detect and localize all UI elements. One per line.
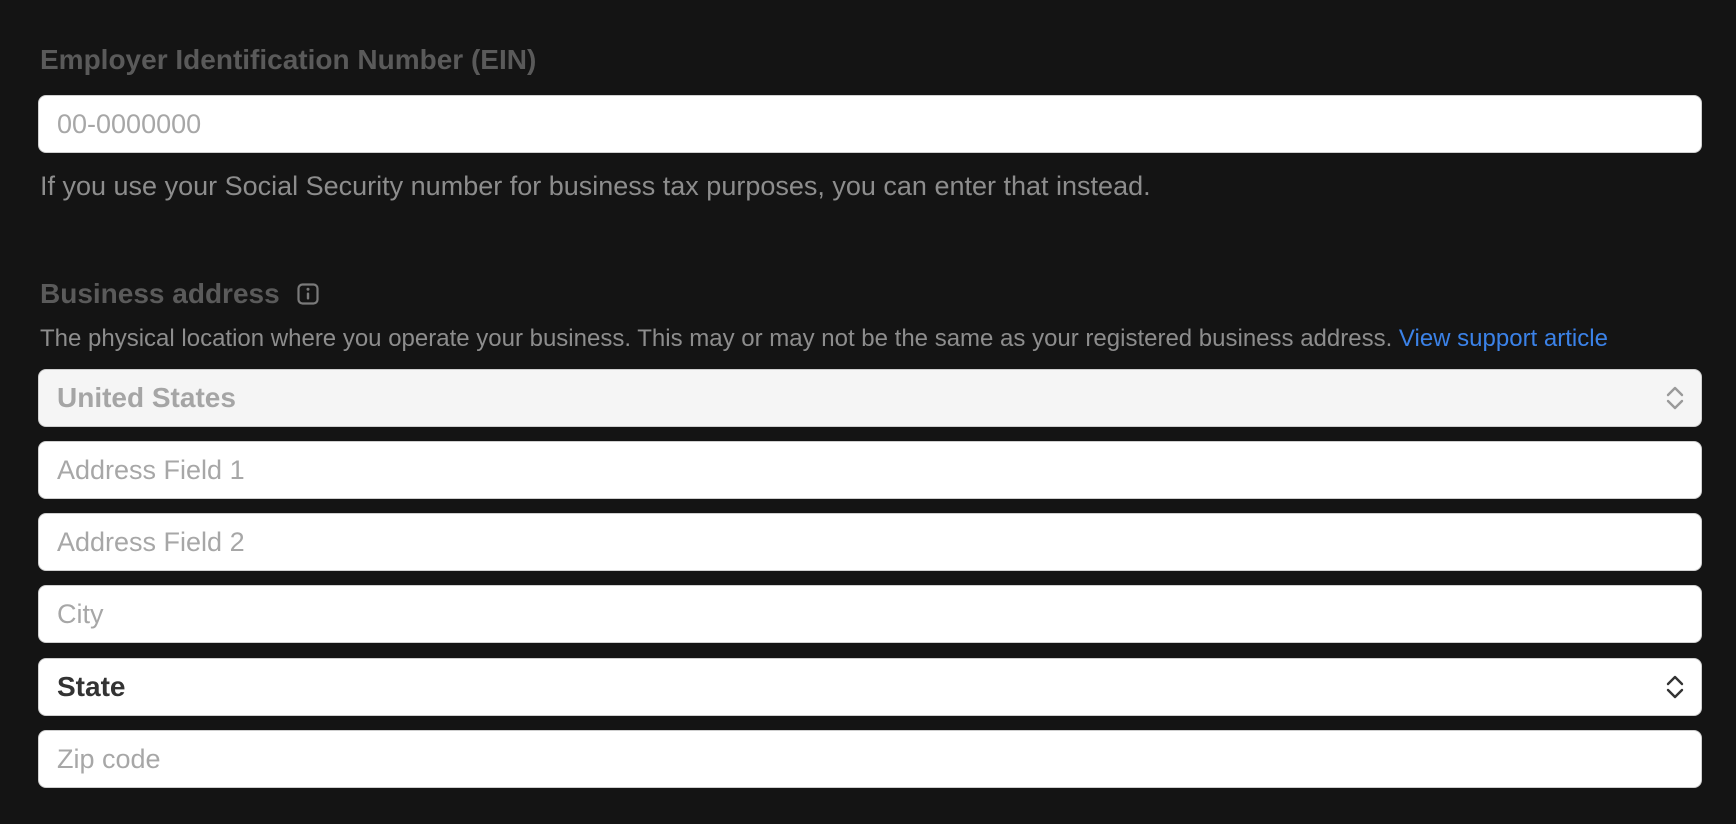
- country-select[interactable]: United States: [38, 369, 1702, 427]
- view-support-article-link[interactable]: View support article: [1399, 325, 1608, 352]
- city-input[interactable]: [38, 585, 1702, 643]
- country-select-value: United States: [57, 382, 236, 413]
- ein-label: Employer Identification Number (EIN): [40, 44, 537, 75]
- business-address-heading: Business address: [40, 280, 320, 308]
- address-field-1-input[interactable]: [38, 441, 1702, 499]
- chevron-up-down-icon: [1665, 673, 1685, 701]
- business-address-label: Business address: [40, 278, 280, 309]
- business-address-description: The physical location where you operate …: [40, 327, 1702, 351]
- state-select[interactable]: State: [38, 658, 1702, 716]
- state-select-value: State: [57, 671, 126, 702]
- business-address-description-text: The physical location where you operate …: [40, 325, 1393, 352]
- address-field-2-input[interactable]: [38, 513, 1702, 571]
- zip-code-input[interactable]: [38, 730, 1702, 788]
- business-details-form: Employer Identification Number (EIN) If …: [0, 0, 1736, 824]
- ein-helper-text: If you use your Social Security number f…: [40, 171, 1151, 201]
- chevron-up-down-icon: [1665, 384, 1685, 412]
- info-icon[interactable]: [296, 282, 320, 306]
- ein-input[interactable]: [38, 95, 1702, 153]
